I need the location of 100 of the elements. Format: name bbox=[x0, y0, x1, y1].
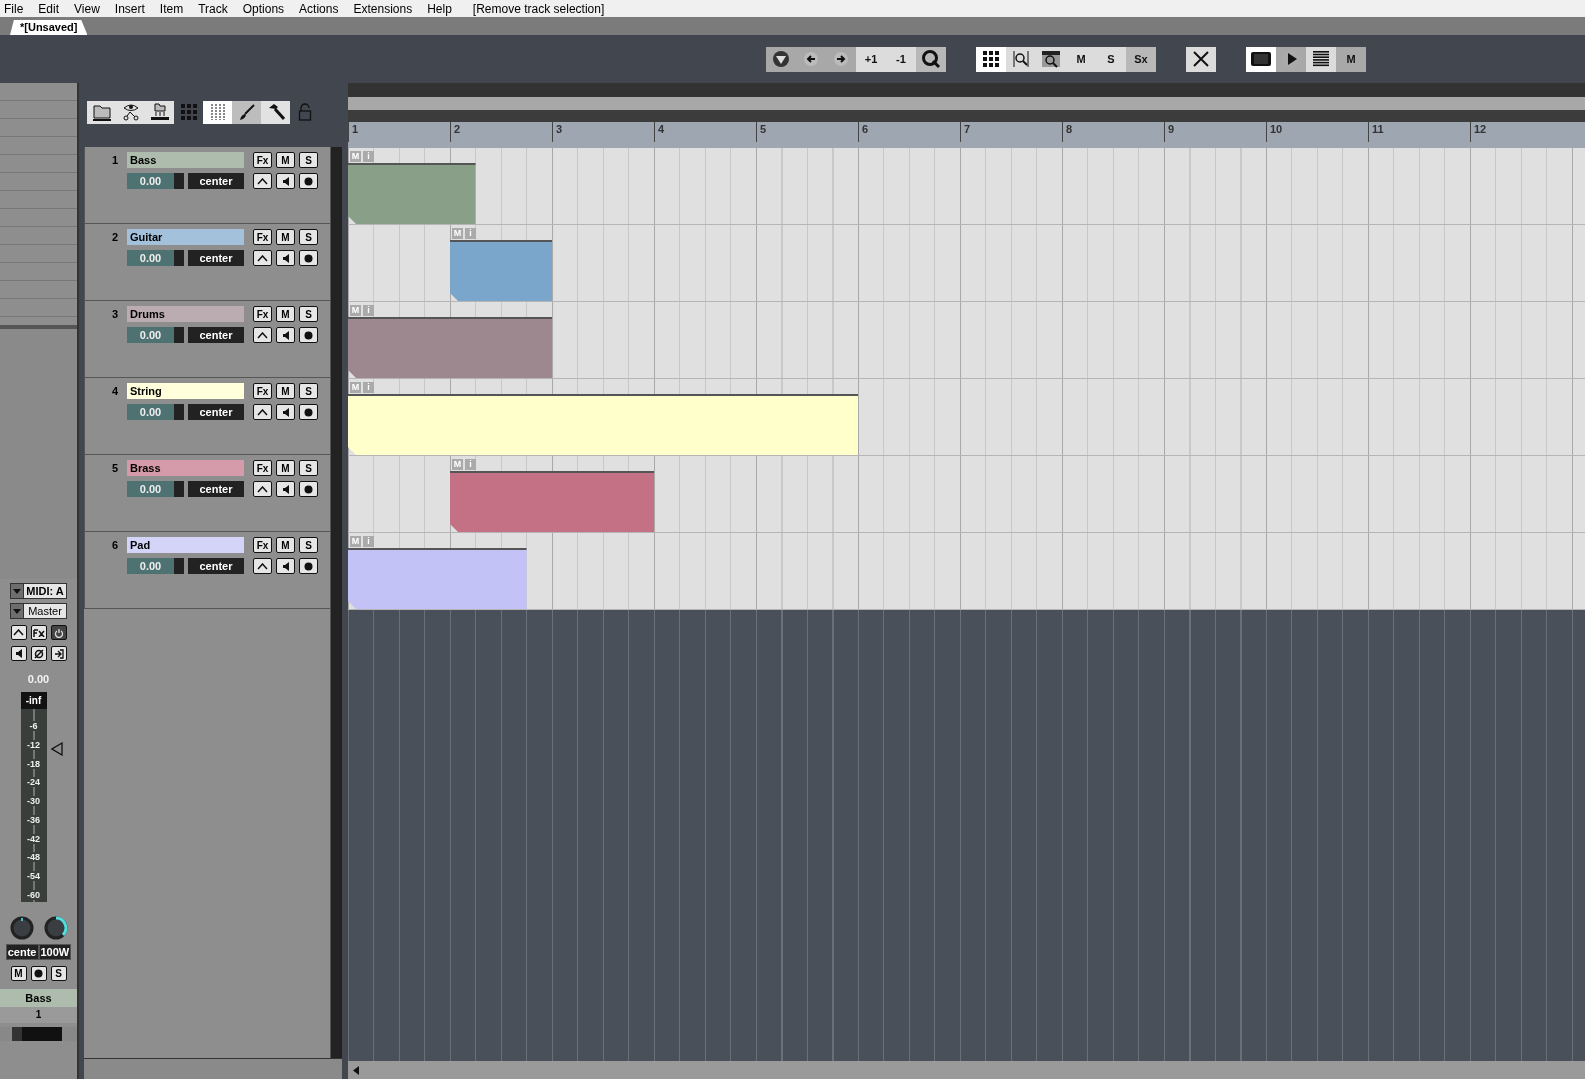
width-knob[interactable] bbox=[43, 916, 68, 940]
phase-icon[interactable] bbox=[30, 646, 47, 661]
envelope-icon[interactable] bbox=[253, 481, 272, 497]
speaker-icon[interactable] bbox=[10, 646, 27, 661]
pan-field[interactable]: center bbox=[188, 404, 244, 420]
record-arm-icon[interactable] bbox=[299, 404, 318, 420]
solo-button[interactable]: S bbox=[299, 152, 318, 168]
speaker-icon[interactable] bbox=[276, 250, 295, 266]
record-arm-icon[interactable] bbox=[299, 250, 318, 266]
toggle-button[interactable]: M bbox=[1066, 46, 1096, 72]
pan-field[interactable]: center bbox=[188, 481, 244, 497]
volume-field[interactable]: 0.00 bbox=[127, 173, 184, 189]
fx-button[interactable]: Fx bbox=[253, 306, 272, 322]
quantize-icon[interactable] bbox=[916, 46, 946, 72]
track-name-field[interactable]: String bbox=[127, 383, 244, 399]
speaker-icon[interactable] bbox=[276, 558, 295, 574]
scroll-left-icon[interactable] bbox=[352, 1065, 360, 1075]
grid-icon[interactable] bbox=[976, 46, 1006, 72]
mute-button[interactable]: M bbox=[276, 152, 295, 168]
scrollbar[interactable] bbox=[0, 1027, 77, 1041]
menu-item[interactable]: Options bbox=[242, 1, 285, 16]
mute-button[interactable]: M bbox=[276, 383, 295, 399]
record-arm-icon[interactable] bbox=[299, 327, 318, 343]
brush-icon[interactable] bbox=[232, 100, 261, 124]
fx-button[interactable]: Fx bbox=[253, 152, 272, 168]
envelope-icon[interactable] bbox=[253, 250, 272, 266]
speaker-icon[interactable] bbox=[276, 481, 295, 497]
menu-item[interactable]: Help bbox=[427, 1, 452, 16]
mute-button[interactable]: M bbox=[276, 306, 295, 322]
track-name-field[interactable]: Guitar bbox=[127, 229, 244, 245]
pan-field[interactable]: center bbox=[188, 250, 244, 266]
list-icon[interactable] bbox=[1306, 46, 1336, 72]
menu-item[interactable]: View bbox=[74, 1, 100, 16]
track-name-field[interactable]: Brass bbox=[127, 460, 244, 476]
solo-button[interactable]: S bbox=[299, 229, 318, 245]
nudge-button[interactable]: -1 bbox=[886, 46, 916, 72]
pan-field[interactable]: cente bbox=[5, 944, 39, 960]
menu-item[interactable]: Edit bbox=[38, 1, 60, 16]
mute-button[interactable]: M bbox=[276, 460, 295, 476]
envelope-icon[interactable] bbox=[253, 327, 272, 343]
width-field[interactable]: 100W bbox=[38, 944, 72, 960]
record-arm-icon[interactable] bbox=[30, 966, 47, 981]
envelope-icon[interactable] bbox=[253, 558, 272, 574]
midi-item[interactable] bbox=[450, 240, 552, 301]
vertical-lines-icon[interactable] bbox=[203, 100, 232, 124]
envelope-icon[interactable] bbox=[253, 404, 272, 420]
midi-item[interactable] bbox=[348, 548, 527, 609]
menu-action[interactable]: [Remove track selection] bbox=[472, 1, 605, 16]
speaker-icon[interactable] bbox=[276, 404, 295, 420]
pan-field[interactable]: center bbox=[188, 173, 244, 189]
speaker-icon[interactable] bbox=[276, 173, 295, 189]
volume-field[interactable]: 0.00 bbox=[127, 250, 184, 266]
track-name-field[interactable]: Drums bbox=[127, 306, 244, 322]
hammer-icon[interactable] bbox=[261, 100, 290, 124]
menu-item[interactable]: File bbox=[4, 1, 24, 16]
menu-item[interactable]: Item bbox=[159, 1, 184, 16]
menu-item[interactable]: Track bbox=[198, 1, 228, 16]
input-icon[interactable] bbox=[50, 646, 67, 661]
record-arm-icon[interactable] bbox=[299, 558, 318, 574]
envelope-icon[interactable] bbox=[10, 625, 27, 640]
fader-handle[interactable] bbox=[50, 741, 63, 756]
scrollbar[interactable] bbox=[330, 147, 342, 1058]
toggle-button[interactable]: S bbox=[1096, 46, 1126, 72]
nudge-button[interactable]: +1 bbox=[856, 46, 886, 72]
pan-knob[interactable] bbox=[9, 916, 34, 940]
output-selector[interactable]: Master bbox=[24, 603, 67, 619]
power-icon[interactable] bbox=[50, 625, 67, 640]
toggle-button[interactable]: Sx bbox=[1126, 46, 1156, 72]
midi-item[interactable] bbox=[348, 394, 858, 455]
record-arm-icon[interactable] bbox=[299, 481, 318, 497]
fx-button[interactable]: Fx bbox=[253, 383, 272, 399]
volume-field[interactable]: 0.00 bbox=[127, 481, 184, 497]
solo-button[interactable]: S bbox=[299, 460, 318, 476]
fx-button[interactable]: Fx bbox=[253, 229, 272, 245]
screen-icon[interactable] bbox=[1246, 46, 1276, 72]
input-selector[interactable]: MIDI: A bbox=[24, 583, 67, 599]
menu-item[interactable]: Actions bbox=[299, 1, 339, 16]
menu-item[interactable]: Insert bbox=[114, 1, 145, 16]
pan-field[interactable]: center bbox=[188, 327, 244, 343]
mute-button[interactable]: M bbox=[276, 537, 295, 553]
volume-field[interactable]: 0.00 bbox=[127, 404, 184, 420]
solo-button[interactable]: S bbox=[50, 966, 67, 981]
mute-button[interactable]: M bbox=[276, 229, 295, 245]
menu-item[interactable]: Extensions bbox=[353, 1, 413, 16]
solo-button[interactable]: S bbox=[299, 537, 318, 553]
fx-icon[interactable] bbox=[30, 625, 47, 640]
pan-field[interactable]: center bbox=[188, 558, 244, 574]
volume-field[interactable]: 0.00 bbox=[127, 327, 184, 343]
fx-button[interactable]: Fx bbox=[253, 460, 272, 476]
track-name-field[interactable]: Pad bbox=[127, 537, 244, 553]
envelope-icon[interactable] bbox=[253, 173, 272, 189]
fx-button[interactable]: Fx bbox=[253, 537, 272, 553]
mute-button[interactable]: M bbox=[10, 966, 27, 981]
solo-button[interactable]: S bbox=[299, 306, 318, 322]
track-name-field[interactable]: Bass bbox=[127, 152, 244, 168]
scrollbar[interactable] bbox=[348, 1061, 1585, 1079]
scrollbar[interactable] bbox=[84, 1058, 342, 1079]
volume-field[interactable]: 0.00 bbox=[127, 558, 184, 574]
speaker-icon[interactable] bbox=[276, 327, 295, 343]
project-tab[interactable]: *[Unsaved] bbox=[10, 20, 88, 35]
